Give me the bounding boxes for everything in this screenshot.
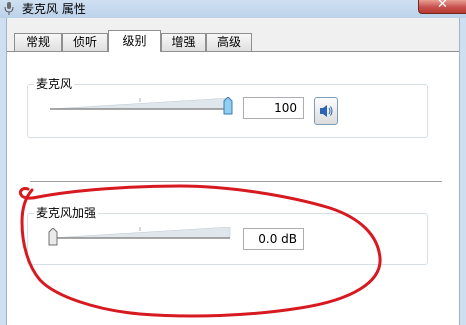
title-bar: 麦克风 属性 ✕ bbox=[0, 0, 466, 18]
tab-enhancements-label: 增强 bbox=[171, 35, 196, 49]
microphone-boost-slider-thumb[interactable] bbox=[48, 228, 58, 246]
mute-button[interactable] bbox=[314, 97, 338, 125]
tab-levels[interactable]: 级别 bbox=[108, 30, 161, 52]
tab-general-label: 常规 bbox=[25, 35, 50, 49]
microphone-boost-label: 麦克风加强 bbox=[34, 206, 99, 220]
window-title: 麦克风 属性 bbox=[22, 2, 86, 16]
microphone-slider-thumb[interactable] bbox=[223, 97, 233, 115]
speaker-icon bbox=[320, 105, 333, 117]
microphone-level-input[interactable]: 100 bbox=[243, 97, 304, 119]
tab-listen[interactable]: 侦听 bbox=[62, 33, 108, 51]
close-icon: ✕ bbox=[437, 0, 448, 12]
microphone-level-value: 100 bbox=[274, 101, 297, 115]
window-frame-right bbox=[459, 18, 466, 325]
tab-levels-label: 级别 bbox=[122, 34, 147, 48]
tab-listen-label: 侦听 bbox=[72, 35, 97, 49]
microphone-label: 麦克风 bbox=[34, 77, 75, 91]
window-frame-left bbox=[0, 18, 7, 325]
microphone-boost-input[interactable]: 0.0 dB bbox=[243, 228, 304, 250]
close-button[interactable]: ✕ bbox=[418, 0, 466, 14]
microphone-boost-slider-track bbox=[50, 227, 231, 239]
microphone-boost-value: 0.0 dB bbox=[258, 232, 297, 246]
tab-enhancements[interactable]: 增强 bbox=[161, 33, 206, 51]
tab-advanced[interactable]: 高级 bbox=[206, 33, 252, 51]
microphone-slider-track bbox=[50, 98, 231, 110]
tab-advanced-label: 高级 bbox=[216, 35, 241, 49]
microphone-icon bbox=[4, 2, 14, 15]
section-separator bbox=[30, 181, 442, 182]
tab-general[interactable]: 常规 bbox=[14, 33, 62, 51]
